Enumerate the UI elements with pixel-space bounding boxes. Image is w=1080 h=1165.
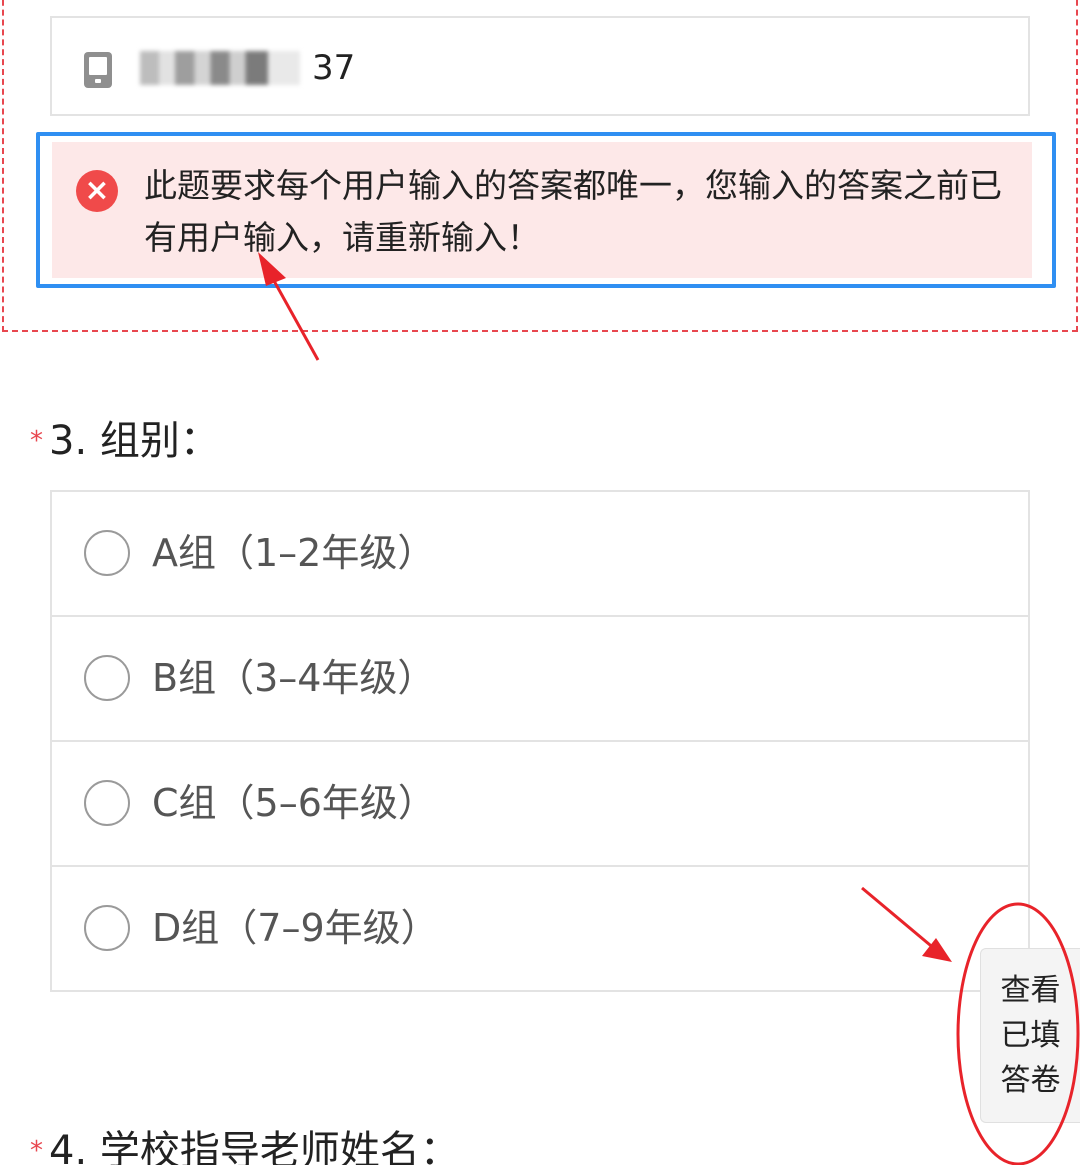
annotation-arrow-right xyxy=(861,886,952,962)
annotation-arrow-up xyxy=(258,252,320,361)
annotation-layer xyxy=(258,252,1080,1165)
annotation-circle xyxy=(956,902,1080,1165)
survey-page: 37 × 此题要求每个用户输入的答案都唯一，您输入的答案之前已有用户输入，请重新… xyxy=(0,0,1080,1165)
